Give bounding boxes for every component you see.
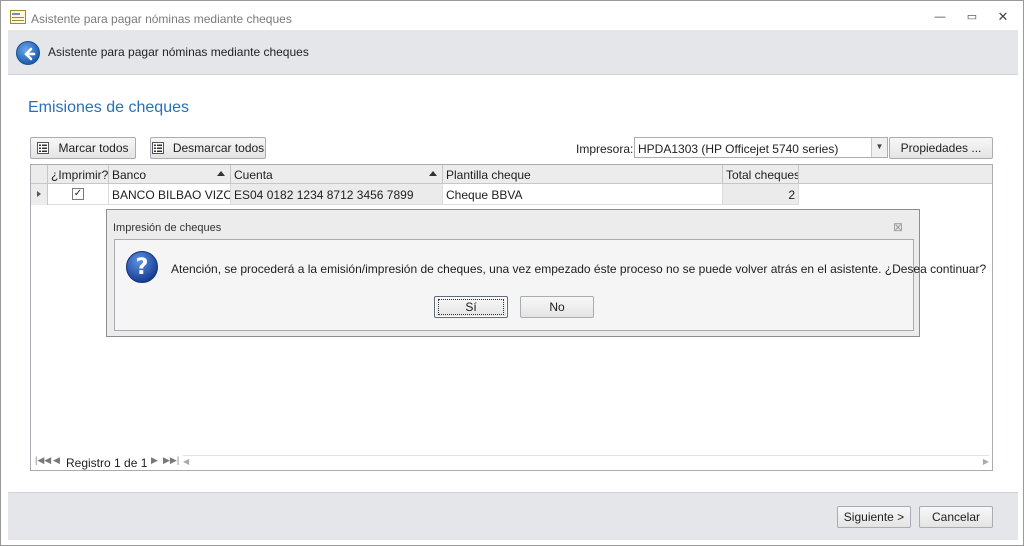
printer-label: Impresora:	[576, 142, 634, 156]
row-pointer-icon	[37, 191, 41, 197]
scroll-left-icon[interactable]: ◀	[183, 457, 189, 466]
cuenta-cell[interactable]: ES04 0182 1234 8712 3456 7899	[231, 184, 443, 205]
column-header-banco[interactable]: Banco	[109, 165, 231, 184]
column-header-total[interactable]: Total cheques	[723, 165, 799, 184]
confirm-dialog: Impresión de cheques ⊠ ? Atención, se pr…	[106, 209, 986, 337]
last-record-icon[interactable]: ▶▶|	[163, 455, 179, 466]
first-record-icon[interactable]: |◀◀	[35, 455, 51, 466]
maximize-icon[interactable]: ▭	[962, 8, 982, 26]
imprimir-checkbox[interactable]: ✓	[72, 188, 84, 200]
record-counter: Registro 1 de 1	[66, 456, 148, 470]
checklist-icon	[37, 142, 50, 154]
wizard-footer: Siguiente > Cancelar	[8, 492, 1018, 540]
wizard-window: Asistente para pagar nóminas mediante ch…	[0, 0, 1024, 546]
dialog-message: Atención, se procederá a la emisión/impr…	[171, 262, 987, 276]
total-cell[interactable]: 2	[723, 184, 799, 205]
properties-button[interactable]: Propiedades ...	[889, 137, 993, 159]
grid-header: ¿Imprimir? Banco Cuenta Plantilla cheque…	[31, 165, 992, 184]
column-header-cuenta-label: Cuenta	[234, 168, 273, 182]
banco-cell[interactable]: BANCO BILBAO VIZC...	[109, 184, 231, 205]
table-row[interactable]: ✓ BANCO BILBAO VIZC... ES04 0182 1234 87…	[31, 184, 992, 205]
deselect-all-label: Desmarcar todos	[172, 141, 265, 155]
no-button[interactable]: No	[520, 296, 594, 318]
yes-button[interactable]: Sí	[434, 296, 508, 318]
select-all-label: Marcar todos	[58, 141, 129, 155]
close-icon[interactable]: ✕	[993, 8, 1013, 26]
row-indicator[interactable]	[31, 184, 48, 205]
column-header-banco-label: Banco	[112, 168, 147, 182]
next-button[interactable]: Siguiente >	[837, 506, 911, 528]
scroll-right-icon[interactable]: ▶	[983, 457, 989, 466]
window-title: Asistente para pagar nóminas mediante ch…	[31, 12, 292, 26]
imprimir-cell: ✓	[48, 184, 109, 205]
chevron-down-icon[interactable]: ▼	[871, 138, 887, 157]
grid-navigator: |◀◀ ◀ Registro 1 de 1 ▶ ▶▶| ◀ ▶	[31, 453, 992, 470]
wizard-title: Asistente para pagar nóminas mediante ch…	[48, 45, 309, 59]
column-header-imprimir[interactable]: ¿Imprimir?	[48, 165, 109, 184]
wizard-header: Asistente para pagar nóminas mediante ch…	[8, 30, 1018, 75]
plantilla-cell[interactable]: Cheque BBVA	[443, 184, 723, 205]
back-arrow-icon[interactable]	[16, 41, 40, 65]
dialog-body: ? Atención, se procederá a la emisión/im…	[114, 239, 986, 331]
dialog-title: Impresión de cheques	[113, 222, 222, 234]
next-record-icon[interactable]: ▶	[151, 455, 158, 466]
printer-select[interactable]: HPDA1303 (HP Officejet 5740 series) ▼	[634, 137, 888, 158]
yes-button-label: Sí	[438, 299, 504, 315]
printer-select-value: HPDA1303 (HP Officejet 5740 series)	[638, 142, 839, 156]
cancel-button[interactable]: Cancelar	[919, 506, 993, 528]
title-bar: Asistente para pagar nóminas mediante ch…	[1, 1, 1023, 30]
horizontal-scrollbar[interactable]: ◀ ▶	[183, 455, 989, 467]
app-icon	[10, 10, 26, 24]
row-indicator-header	[31, 165, 48, 184]
sort-ascending-icon	[429, 171, 437, 176]
question-icon: ?	[126, 251, 158, 283]
checklist-icon	[151, 142, 164, 154]
column-header-plantilla[interactable]: Plantilla cheque	[443, 165, 723, 184]
select-all-button[interactable]: Marcar todos	[30, 137, 136, 159]
section-title: Emisiones de cheques	[28, 99, 189, 116]
sort-ascending-icon	[217, 171, 225, 176]
column-header-cuenta[interactable]: Cuenta	[231, 165, 443, 184]
minimize-icon[interactable]: —	[930, 8, 950, 26]
previous-record-icon[interactable]: ◀	[53, 455, 60, 466]
dialog-close-icon[interactable]: ⊠	[893, 220, 903, 234]
deselect-all-button[interactable]: Desmarcar todos	[150, 137, 266, 159]
